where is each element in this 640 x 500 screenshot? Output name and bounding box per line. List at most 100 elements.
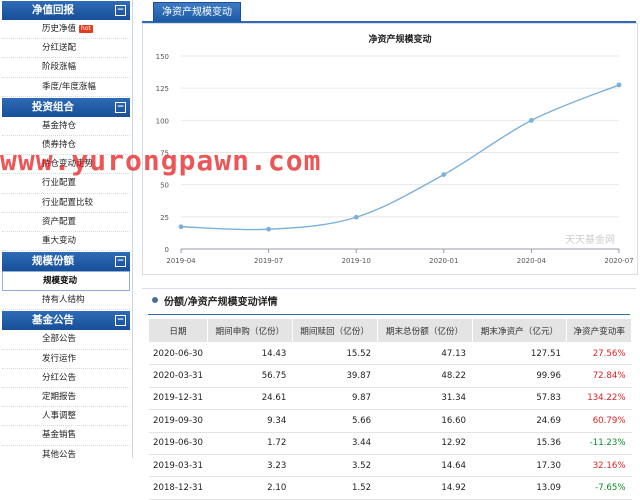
table-cell: 24.61 bbox=[207, 387, 293, 411]
sidebar-item[interactable]: 分红公告 bbox=[2, 369, 130, 388]
sidebar-item-label: 其他公告 bbox=[42, 449, 77, 458]
y-tick-label: 125 bbox=[156, 85, 169, 93]
sidebar-item[interactable]: 全部公告 bbox=[2, 330, 130, 350]
sidebar-item[interactable]: 基金销售 bbox=[2, 426, 130, 446]
column-header: 日期 bbox=[147, 318, 209, 343]
collapse-icon[interactable]: − bbox=[115, 256, 126, 268]
sidebar-item[interactable]: 阶段涨幅 bbox=[2, 58, 130, 78]
sidebar-item-label: 发行运作 bbox=[42, 353, 77, 364]
sidebar-item[interactable]: 行业配置比较 bbox=[2, 194, 130, 213]
sidebar-item[interactable]: 重大变动 bbox=[2, 232, 130, 252]
sidebar-item-label: 重大变动 bbox=[42, 235, 77, 246]
sidebar-item-label: 季度/年度涨幅 bbox=[42, 81, 96, 92]
sidebar-item-label: 阶段涨幅 bbox=[42, 62, 77, 73]
watermark-text: www.yurongpawn.com bbox=[0, 144, 322, 177]
table-cell: 1.52 bbox=[292, 476, 378, 500]
sidebar-section-header[interactable]: 投资组合 − bbox=[2, 97, 130, 117]
data-point bbox=[178, 224, 184, 230]
data-point bbox=[266, 226, 271, 232]
table-cell: 9.34 bbox=[207, 409, 293, 433]
table-body: 2020-06-30 14.43 15.52 47.13 127.51 27.56% 202… bbox=[148, 342, 632, 500]
tab-bar: 净资产规模变动 bbox=[142, 0, 636, 23]
table-cell: 31.34 bbox=[377, 387, 473, 411]
sidebar-item-label: 分红公告 bbox=[42, 372, 77, 383]
data-point bbox=[616, 82, 622, 88]
sidebar-item[interactable]: 资产配置 bbox=[2, 213, 130, 232]
collapse-icon[interactable]: − bbox=[115, 101, 126, 113]
detail-title: 份额/净资产规模变动详情 bbox=[164, 297, 278, 308]
main-content: 净资产规模变动 净资产规模变动 0 25 50 75 100 125 150 2019-04 20… bbox=[142, 0, 638, 500]
y-tick-label: 100 bbox=[156, 117, 169, 125]
sidebar-item[interactable]: 发行运作 bbox=[2, 350, 130, 369]
x-tick-label: 2019-10 bbox=[342, 257, 371, 265]
table-cell: 3.44 bbox=[292, 432, 378, 455]
sidebar-item[interactable]: 持有人结构 bbox=[2, 291, 130, 311]
x-tick-label: 2020-01 bbox=[429, 257, 458, 265]
detail-header: 份额/净资产规模变动详情 bbox=[142, 288, 636, 315]
column-header: 期末总份额（亿份） bbox=[376, 318, 473, 343]
collapse-icon[interactable]: − bbox=[115, 315, 126, 327]
table-cell: 2019-12-31 bbox=[148, 387, 208, 411]
table-cell: 27.56% bbox=[566, 342, 632, 366]
table-cell: -11.23% bbox=[566, 432, 632, 455]
y-tick-label: 0 bbox=[165, 246, 169, 254]
x-tick-label: 2020-04 bbox=[517, 257, 547, 265]
table-cell: 2019-09-30 bbox=[148, 409, 208, 433]
sidebar-section-title: 投资组合 bbox=[32, 100, 74, 113]
table-row: 2018-12-31 2.10 1.52 14.92 13.09 -7.65% bbox=[148, 476, 632, 500]
table-cell: 39.87 bbox=[292, 364, 378, 388]
column-header: 期间申购（亿份） bbox=[207, 318, 293, 343]
table-cell: 15.52 bbox=[292, 342, 378, 366]
data-point bbox=[529, 117, 534, 123]
x-tick-label: 2019-07 bbox=[254, 257, 283, 265]
table-cell: 14.92 bbox=[377, 476, 473, 500]
hot-badge: hot bbox=[79, 24, 93, 33]
table-cell: 56.75 bbox=[207, 364, 293, 388]
y-tick-label: 150 bbox=[156, 53, 169, 61]
sidebar-item[interactable]: 基金持仓 bbox=[2, 117, 130, 136]
sidebar-item[interactable]: 人事调整 bbox=[2, 407, 130, 427]
table-cell: 2019-06-30 bbox=[148, 432, 208, 455]
sidebar-item[interactable]: 规模变动 bbox=[2, 271, 130, 292]
tab-net-asset-scale[interactable]: 净资产规模变动 bbox=[153, 2, 241, 22]
table-cell: 134.22% bbox=[566, 387, 632, 411]
table-cell: 13.09 bbox=[472, 476, 567, 500]
x-tick-label: 2020-07 bbox=[604, 257, 633, 265]
sidebar-section-title: 规模份额 bbox=[32, 255, 74, 268]
table-cell: 24.69 bbox=[472, 409, 567, 433]
column-header: 期末净资产（亿元） bbox=[471, 318, 568, 343]
sidebar-item-label: 行业配置比较 bbox=[42, 197, 94, 208]
sidebar-item[interactable]: 定期报告 bbox=[2, 388, 130, 408]
table-cell: 60.79% bbox=[566, 409, 632, 433]
collapse-icon[interactable]: − bbox=[115, 5, 126, 16]
divider bbox=[148, 314, 630, 315]
scale-change-table: 日期 期间申购（亿份） 期间赎回（亿份） 期末总份额（亿份） 期末净资产（亿元） 净资产变… bbox=[147, 318, 632, 500]
chart-credit: 天天基金网 bbox=[565, 233, 615, 246]
sidebar-item-label: 定期报告 bbox=[42, 392, 77, 402]
table-cell: 1.72 bbox=[207, 432, 293, 455]
sidebar-section-header[interactable]: 规模份额 − bbox=[2, 252, 130, 272]
sidebar: 净值回报 − 历史净值 hot 分红送配 阶段涨幅 季度/年度涨幅 投资组合 − 基金持仓 债券持仓… bbox=[0, 0, 133, 458]
chart-title: 净资产规模变动 bbox=[368, 33, 431, 45]
sidebar-item[interactable]: 其他公告 bbox=[2, 446, 130, 458]
table-cell: 15.36 bbox=[472, 432, 567, 455]
sidebar-item-label: 人事调整 bbox=[42, 411, 77, 422]
table-header-row: 日期 期间申购（亿份） 期间赎回（亿份） 期末总份额（亿份） 期末净资产（亿元） 净资产变… bbox=[147, 318, 632, 343]
table-cell: -7.65% bbox=[566, 476, 632, 500]
sidebar-item-label: 规模变动 bbox=[43, 276, 78, 287]
sidebar-section-header[interactable]: 净值回报 − bbox=[2, 1, 130, 20]
table-cell: 14.43 bbox=[207, 342, 293, 366]
table-cell: 57.83 bbox=[472, 387, 567, 411]
sidebar-section-header[interactable]: 基金公告 − bbox=[2, 311, 130, 331]
table-row: 2019-12-31 24.61 9.87 31.34 57.83 134.22% bbox=[148, 387, 632, 411]
sidebar-section-title: 基金公告 bbox=[32, 314, 74, 327]
sidebar-item[interactable]: 历史净值 hot bbox=[2, 20, 130, 40]
table-cell: 47.13 bbox=[377, 342, 473, 366]
table-cell: 48.22 bbox=[377, 364, 473, 388]
sidebar-item[interactable]: 季度/年度涨幅 bbox=[2, 78, 130, 97]
y-tick-label: 50 bbox=[160, 182, 169, 190]
sidebar-item[interactable]: 行业配置 bbox=[2, 174, 130, 194]
sidebar-section-title: 净值回报 bbox=[32, 4, 74, 16]
table-cell: 9.87 bbox=[292, 387, 378, 411]
sidebar-item[interactable]: 分红送配 bbox=[2, 39, 130, 59]
